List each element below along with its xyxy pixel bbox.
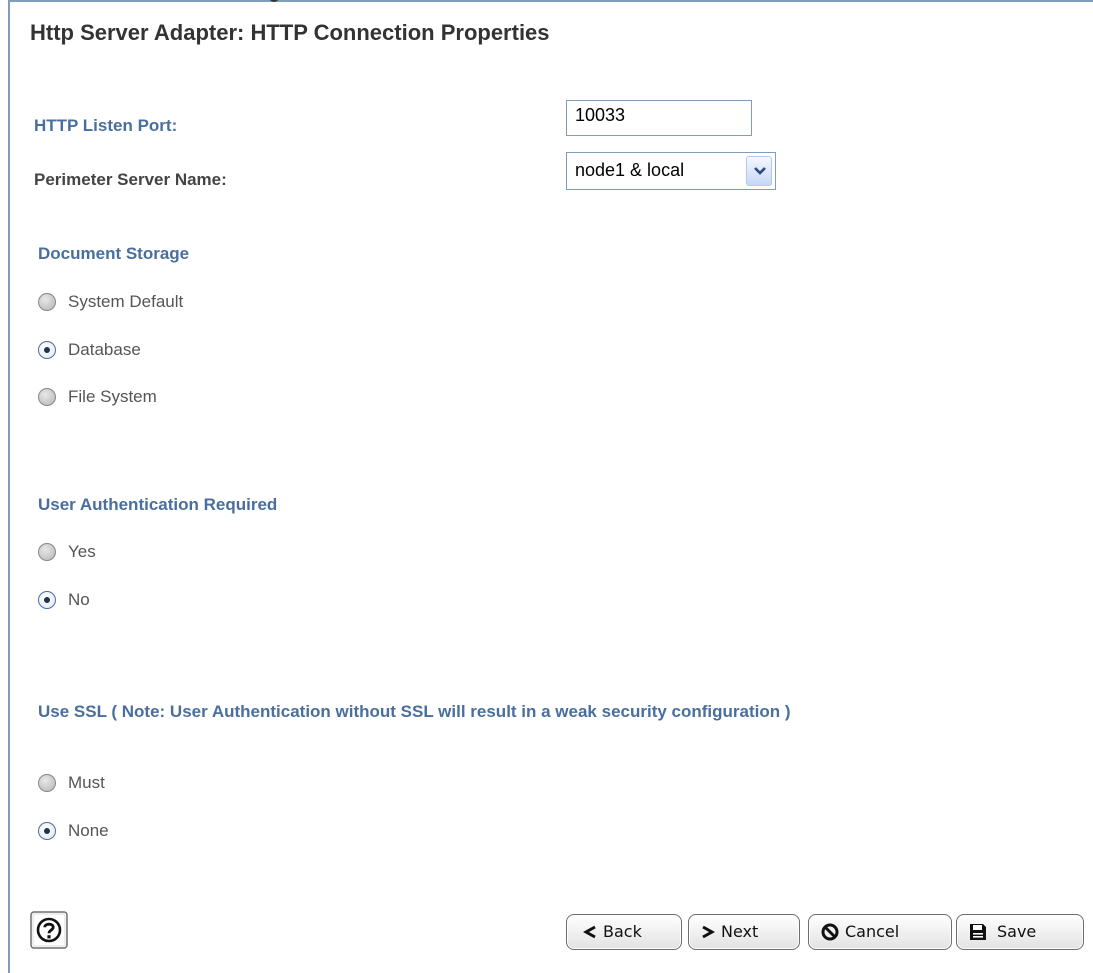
perimeter-server-name-label: Perimeter Server Name:	[34, 170, 227, 189]
frame-left-border	[8, 0, 10, 973]
help-icon	[30, 911, 68, 949]
cancel-button[interactable]: Cancel	[808, 914, 952, 950]
page-title: Http Server Adapter: HTTP Connection Pro…	[30, 20, 550, 45]
frame-top-border	[8, 0, 1093, 2]
radio-label: Must	[68, 773, 105, 792]
perimeter-server-select[interactable]: node1 & local	[566, 152, 776, 190]
radio-button[interactable]	[38, 774, 56, 792]
save-button-label: Save	[997, 922, 1037, 941]
radio-button[interactable]	[38, 293, 56, 311]
cancel-button-label: Cancel	[845, 922, 900, 941]
next-button[interactable]: Next	[688, 914, 800, 950]
save-disk-icon	[969, 923, 987, 945]
user-authentication-heading: User Authentication Required	[38, 495, 278, 514]
clipped-header-glyph	[266, 0, 282, 5]
radio-button-checked[interactable]	[38, 822, 56, 840]
radio-button-checked[interactable]	[38, 341, 56, 359]
radio-label: Database	[68, 340, 141, 359]
chevron-down-icon	[754, 167, 766, 175]
radio-button[interactable]	[38, 388, 56, 406]
back-button[interactable]: Back	[566, 914, 682, 950]
dropdown-arrow-button[interactable]	[746, 156, 772, 186]
next-arrow-icon	[701, 924, 716, 943]
cancel-icon	[821, 923, 839, 945]
save-button[interactable]: Save	[956, 914, 1084, 950]
back-arrow-icon	[582, 924, 597, 943]
http-listen-port-input[interactable]	[566, 100, 752, 136]
radio-label: Yes	[68, 542, 96, 561]
http-listen-port-label: HTTP Listen Port:	[34, 116, 178, 135]
document-storage-heading: Document Storage	[38, 244, 190, 263]
help-button[interactable]	[30, 911, 68, 949]
radio-label: No	[68, 590, 90, 609]
next-button-label: Next	[721, 922, 759, 941]
perimeter-server-selected-value: node1 & local	[575, 160, 685, 180]
radio-button[interactable]	[38, 543, 56, 561]
back-button-label: Back	[603, 922, 642, 941]
radio-label: None	[68, 821, 109, 840]
radio-label: File System	[68, 387, 157, 406]
radio-button-checked[interactable]	[38, 591, 56, 609]
radio-label: System Default	[68, 292, 184, 311]
use-ssl-heading: Use SSL ( Note: User Authentication with…	[38, 702, 791, 721]
